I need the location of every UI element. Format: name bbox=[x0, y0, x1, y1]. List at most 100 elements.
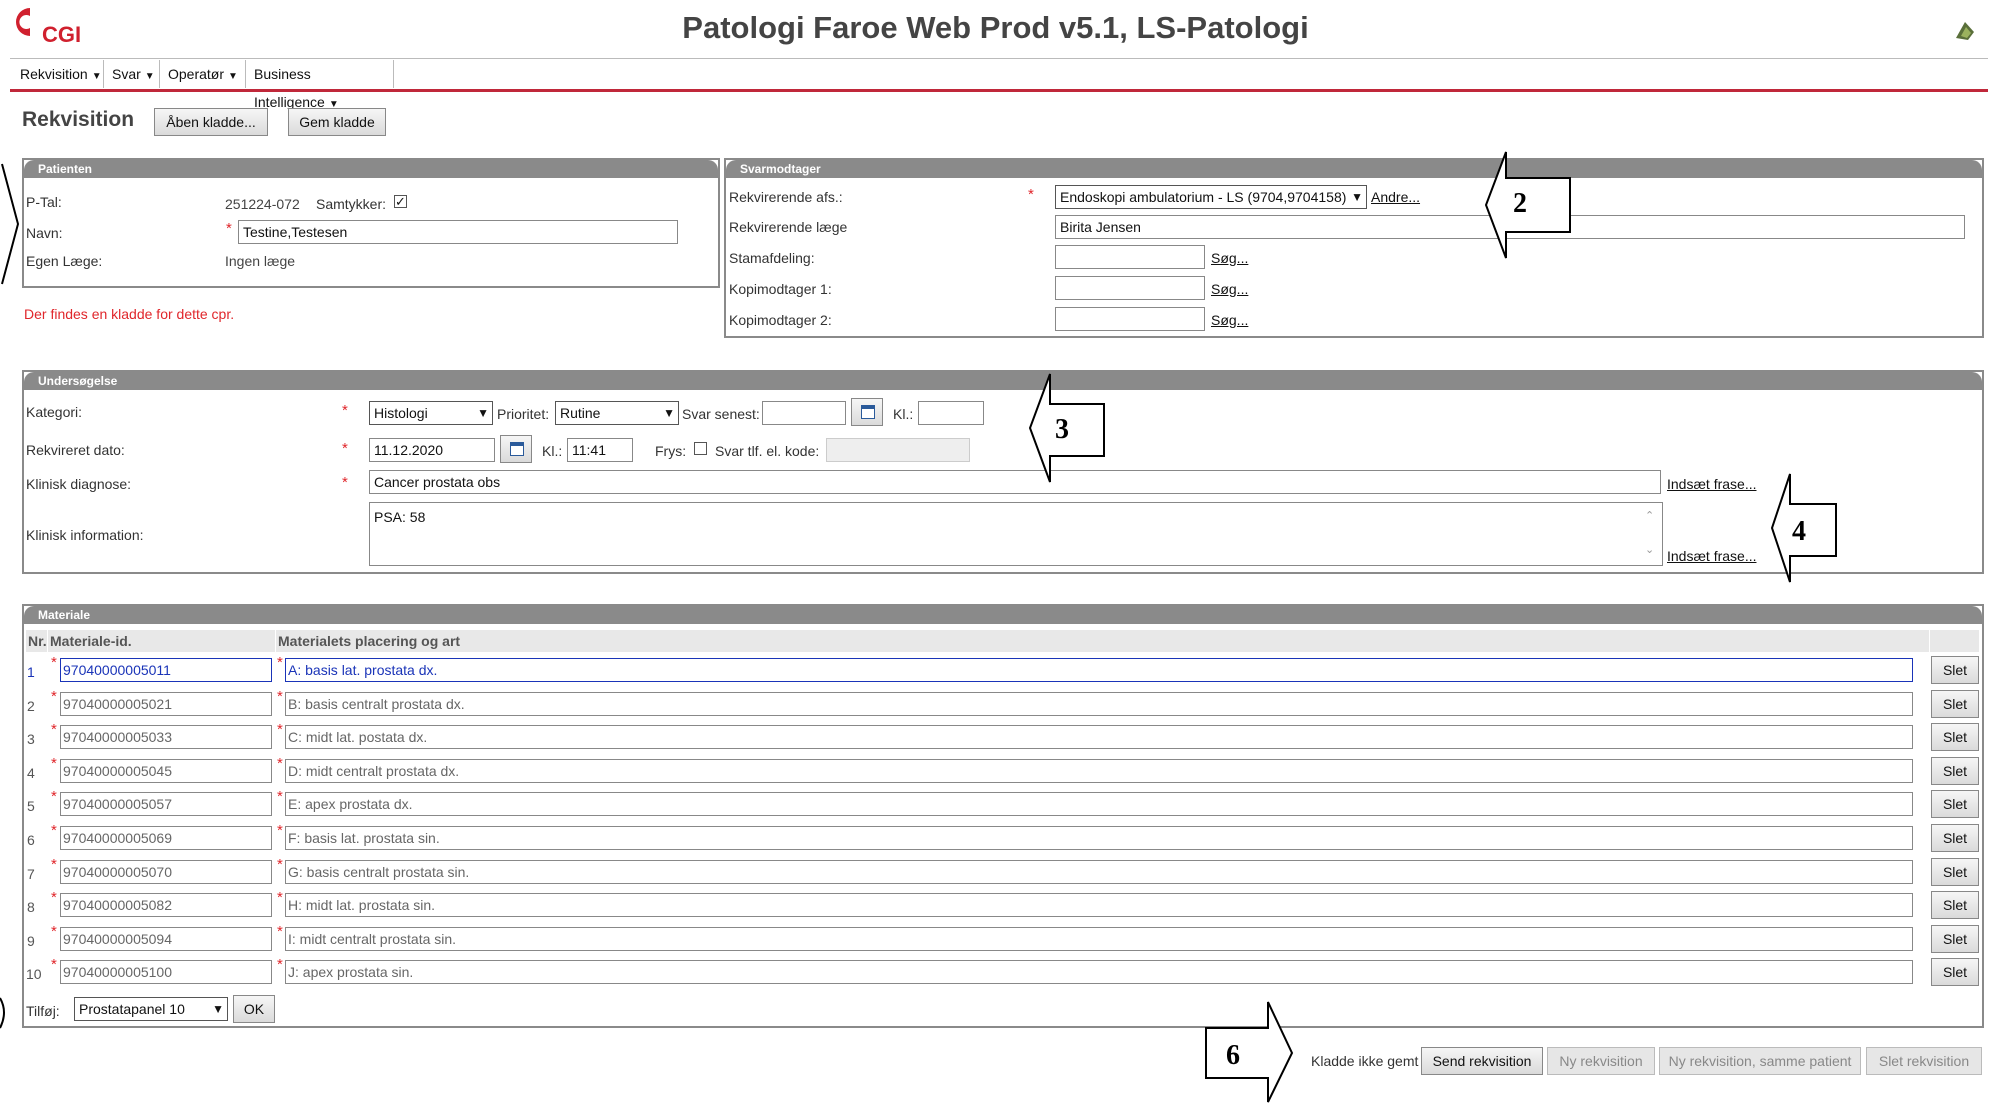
master-dept-field[interactable] bbox=[1055, 245, 1205, 269]
material-id-field[interactable]: 97040000005082 bbox=[60, 893, 272, 917]
calendar-icon[interactable] bbox=[500, 435, 532, 463]
delete-row-button[interactable]: Slet bbox=[1931, 891, 1979, 919]
delete-requisition-button[interactable]: Slet rekvisition bbox=[1866, 1047, 1982, 1075]
material-id-field[interactable]: 97040000005069 bbox=[60, 826, 272, 850]
material-description-field[interactable]: A: basis lat. prostata dx. bbox=[285, 658, 1913, 682]
calendar-icon[interactable] bbox=[851, 398, 883, 426]
answer-time-field[interactable] bbox=[918, 401, 984, 425]
material-description-field[interactable]: G: basis centralt prostata sin. bbox=[285, 860, 1913, 884]
material-id-field[interactable]: 97040000005070 bbox=[60, 860, 272, 884]
delete-row-button[interactable]: Slet bbox=[1931, 656, 1979, 684]
user-icon[interactable] bbox=[1952, 18, 1978, 44]
send-requisition-button[interactable]: Send rekvisition bbox=[1421, 1047, 1543, 1075]
material-description-field[interactable]: B: basis centralt prostata dx. bbox=[285, 692, 1913, 716]
chevron-down-icon: ▼ bbox=[91, 71, 102, 82]
scroll-up-icon[interactable]: ⌃ bbox=[1645, 509, 1654, 522]
material-id-field[interactable]: 97040000005057 bbox=[60, 792, 272, 816]
draft-status: Kladde ikke gemt bbox=[1311, 1053, 1419, 1069]
copy2-field[interactable] bbox=[1055, 307, 1205, 331]
phone-code-field[interactable] bbox=[826, 438, 970, 462]
category-select[interactable]: Histologi ▼ bbox=[369, 401, 493, 425]
add-panel-select[interactable]: Prostatapanel 10 ▼ bbox=[74, 997, 228, 1021]
delete-row-button[interactable]: Slet bbox=[1931, 723, 1979, 751]
material-id-field[interactable]: 97040000005033 bbox=[60, 725, 272, 749]
priority-select[interactable]: Rutine ▼ bbox=[555, 401, 679, 425]
menu-rekvisition[interactable]: Rekvisition ▼ bbox=[12, 60, 104, 88]
material-id-field[interactable]: 97040000005021 bbox=[60, 692, 272, 716]
app-title: Patologi Faroe Web Prod v5.1, LS-Patolog… bbox=[682, 10, 1309, 45]
save-draft-button[interactable]: Gem kladde bbox=[288, 108, 386, 136]
delete-row-button[interactable]: Slet bbox=[1931, 858, 1979, 886]
answer-by-field[interactable] bbox=[762, 401, 846, 425]
required-marker: * bbox=[277, 822, 283, 839]
name-field[interactable]: Testine,Testesen bbox=[238, 220, 678, 244]
chevron-down-icon: ▼ bbox=[1351, 190, 1363, 204]
annotation-arrow-2 bbox=[1484, 151, 1571, 259]
scroll-down-icon[interactable]: ⌄ bbox=[1645, 543, 1654, 556]
required-marker: * bbox=[277, 721, 283, 738]
freeze-checkbox[interactable] bbox=[694, 442, 707, 455]
other-link[interactable]: Andre... bbox=[1371, 189, 1420, 205]
required-marker: * bbox=[51, 721, 57, 738]
requesting-doctor-label: Rekvirerende læge bbox=[729, 219, 848, 235]
consent-checkbox[interactable]: ✓ bbox=[394, 195, 407, 208]
delete-row-button[interactable]: Slet bbox=[1931, 824, 1979, 852]
chevron-down-icon: ▼ bbox=[228, 71, 238, 82]
menu-business-intelligence[interactable]: Business Intelligence ▼ bbox=[246, 60, 394, 110]
insert-phrase-info-link[interactable]: Indsæt frase... bbox=[1667, 548, 1756, 564]
insert-phrase-diagnosis-link[interactable]: Indsæt frase... bbox=[1667, 476, 1756, 492]
name-label: Navn: bbox=[26, 225, 63, 241]
row-number: 7 bbox=[27, 866, 35, 882]
row-number: 8 bbox=[27, 899, 35, 915]
required-marker: * bbox=[51, 688, 57, 705]
material-description-field[interactable]: I: midt centralt prostata sin. bbox=[285, 927, 1913, 951]
material-description-field[interactable]: F: basis lat. prostata sin. bbox=[285, 826, 1913, 850]
row-number: 5 bbox=[27, 798, 35, 814]
annotation-arrow-6 bbox=[1205, 1001, 1294, 1103]
dept-select[interactable]: Endoskopi ambulatorium - LS (9704,970415… bbox=[1055, 185, 1367, 209]
requested-time-field[interactable]: 11:41 bbox=[567, 438, 633, 462]
material-description-field[interactable]: E: apex prostata dx. bbox=[285, 792, 1913, 816]
new-requisition-button[interactable]: Ny rekvisition bbox=[1547, 1047, 1655, 1075]
required-marker: * bbox=[51, 889, 57, 906]
material-id-field[interactable]: 97040000005100 bbox=[60, 960, 272, 984]
row-number: 9 bbox=[27, 933, 35, 949]
requested-time-label: Kl.: bbox=[542, 443, 563, 459]
delete-row-button[interactable]: Slet bbox=[1931, 958, 1979, 986]
material-id-field[interactable]: 97040000005045 bbox=[60, 759, 272, 783]
row-number: 6 bbox=[27, 832, 35, 848]
open-draft-button[interactable]: Åben kladde... bbox=[154, 108, 268, 136]
required-marker: * bbox=[277, 654, 283, 671]
master-dept-search-link[interactable]: Søg... bbox=[1211, 250, 1248, 266]
diagnosis-field[interactable]: Cancer prostata obs bbox=[369, 470, 1661, 494]
required-marker: * bbox=[277, 755, 283, 772]
delete-row-button[interactable]: Slet bbox=[1931, 690, 1979, 718]
copy2-search-link[interactable]: Søg... bbox=[1211, 312, 1248, 328]
panel-header: Patienten bbox=[24, 160, 718, 178]
material-id-field[interactable]: 97040000005011 bbox=[60, 658, 272, 682]
required-marker: * bbox=[342, 474, 348, 491]
chevron-down-icon: ▼ bbox=[663, 406, 675, 420]
material-description-field[interactable]: C: midt lat. postata dx. bbox=[285, 725, 1913, 749]
copy1-search-link[interactable]: Søg... bbox=[1211, 281, 1248, 297]
material-description-field[interactable]: D: midt centralt prostata dx. bbox=[285, 759, 1913, 783]
menu-operator[interactable]: Operatør ▼ bbox=[160, 60, 246, 88]
add-ok-button[interactable]: OK bbox=[233, 995, 275, 1023]
required-marker: * bbox=[277, 889, 283, 906]
requested-date-field[interactable]: 11.12.2020 bbox=[369, 438, 495, 462]
copy1-field[interactable] bbox=[1055, 276, 1205, 300]
panel-header: Undersøgelse bbox=[24, 372, 1982, 390]
required-marker: * bbox=[342, 402, 348, 419]
material-description-field[interactable]: J: apex prostata sin. bbox=[285, 960, 1913, 984]
delete-row-button[interactable]: Slet bbox=[1931, 757, 1979, 785]
delete-row-button[interactable]: Slet bbox=[1931, 925, 1979, 953]
annotation-number: 2 bbox=[1513, 188, 1527, 219]
doctor-label: Egen Læge: bbox=[26, 253, 103, 269]
material-description-field[interactable]: H: midt lat. prostata sin. bbox=[285, 893, 1913, 917]
material-id-field[interactable]: 97040000005094 bbox=[60, 927, 272, 951]
delete-row-button[interactable]: Slet bbox=[1931, 790, 1979, 818]
chevron-down-icon: ▼ bbox=[144, 71, 155, 82]
new-requisition-same-patient-button[interactable]: Ny rekvisition, samme patient bbox=[1659, 1047, 1861, 1075]
menu-svar[interactable]: Svar ▼ bbox=[104, 60, 160, 88]
clinical-info-textarea[interactable]: PSA: 58 bbox=[369, 502, 1663, 566]
